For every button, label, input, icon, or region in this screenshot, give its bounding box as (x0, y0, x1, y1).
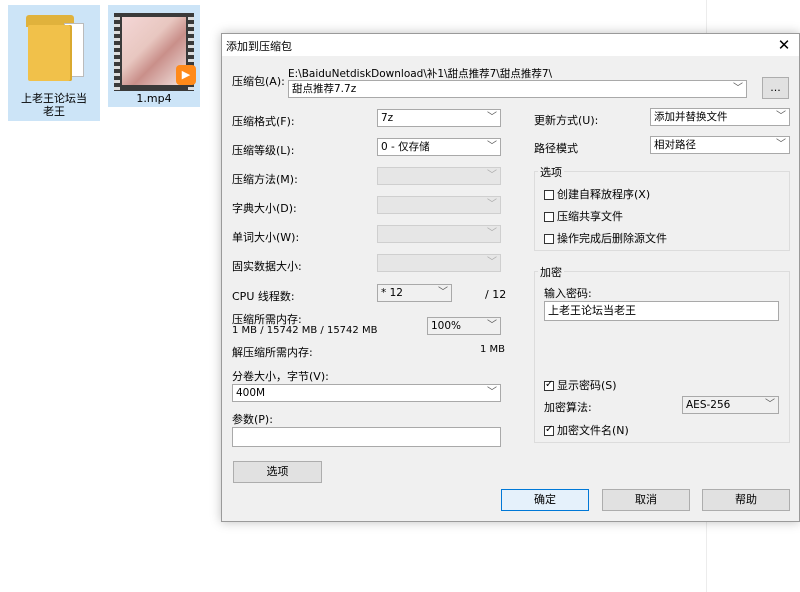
chevron-down-icon: ﹀ (487, 257, 497, 268)
chevron-down-icon: ﹀ (776, 139, 786, 150)
mem-percent-value: 100% (431, 320, 462, 332)
cpu-label: CPU 线程数: (232, 290, 295, 303)
sfx-label: 创建自释放程序(X) (557, 188, 651, 201)
method-select[interactable]: ﹀ (377, 167, 501, 185)
chevron-down-icon: ﹀ (487, 320, 497, 331)
enc-method-select[interactable]: AES-256 ﹀ (682, 396, 779, 414)
shared-checkbox[interactable]: 压缩共享文件 (544, 208, 623, 224)
method-label: 压缩方法(M): (232, 173, 298, 186)
password-input[interactable]: 上老王论坛当老王 (544, 301, 779, 321)
word-select[interactable]: ﹀ (377, 225, 501, 243)
dict-select[interactable]: ﹀ (377, 196, 501, 214)
checkbox-checked-icon (544, 379, 554, 391)
chevron-down-icon: ﹀ (487, 141, 497, 152)
show-password-label: 显示密码(S) (557, 379, 617, 392)
volume-label: 分卷大小，字节(V): (232, 370, 329, 383)
update-value: 添加并替换文件 (654, 111, 728, 123)
chevron-down-icon: ﹀ (487, 170, 497, 181)
pathmode-select[interactable]: 相对路径 ﹀ (650, 136, 790, 154)
format-select[interactable]: 7z ﹀ (377, 109, 501, 127)
checkbox-checked-icon (544, 424, 554, 436)
archive-name-value: 甜点推荐7.7z (292, 83, 357, 95)
cpu-select[interactable]: * 12 ﹀ (377, 284, 452, 302)
desktop-video-item[interactable]: ▶ 1.mp4 (108, 5, 200, 107)
desktop-folder-item[interactable]: 上老王论坛当老王 (8, 5, 100, 121)
cpu-value: * 12 (381, 287, 403, 299)
params-label: 参数(P): (232, 413, 273, 426)
dict-label: 字典大小(D): (232, 202, 297, 215)
encrypt-names-checkbox[interactable]: 加密文件名(N) (544, 422, 629, 438)
chevron-down-icon: ﹀ (487, 387, 497, 398)
dialog-title: 添加到压缩包 (226, 40, 292, 53)
word-label: 单词大小(W): (232, 231, 300, 244)
desktop-video-label: 1.mp4 (136, 92, 172, 105)
level-label: 压缩等级(L): (232, 144, 295, 157)
solid-label: 固实数据大小: (232, 260, 302, 273)
cancel-button[interactable]: 取消 (602, 489, 690, 511)
delete-source-checkbox[interactable]: 操作完成后删除源文件 (544, 230, 667, 246)
chevron-down-icon: ﹀ (733, 83, 743, 94)
archive-name-combo[interactable]: 甜点推荐7.7z ﹀ (288, 80, 747, 98)
mem-detail: 1 MB / 15742 MB / 15742 MB (232, 325, 378, 336)
volume-value: 400M (236, 387, 266, 399)
add-to-archive-dialog: 添加到压缩包 ✕ 压缩包(A): E:\BaiduNetdiskDownload… (221, 33, 800, 522)
browse-button[interactable]: ... (762, 77, 789, 99)
ok-button[interactable]: 确定 (501, 489, 589, 511)
archive-label: 压缩包(A): (232, 75, 285, 88)
pathmode-label: 路径模式 (534, 142, 578, 155)
chevron-down-icon: ﹀ (776, 111, 786, 122)
sfx-checkbox[interactable]: 创建自释放程序(X) (544, 186, 650, 202)
help-button[interactable]: 帮助 (702, 489, 790, 511)
delete-source-label: 操作完成后删除源文件 (557, 232, 667, 245)
chevron-down-icon: ﹀ (487, 112, 497, 123)
chevron-down-icon: ﹀ (438, 287, 448, 298)
checkbox-icon (544, 234, 554, 244)
mem-percent-select[interactable]: 100% ﹀ (427, 317, 501, 335)
dialog-titlebar: 添加到压缩包 ✕ (222, 34, 799, 56)
video-play-icon: ▶ (176, 65, 196, 85)
chevron-down-icon: ﹀ (765, 399, 775, 410)
pathmode-value: 相对路径 (654, 139, 696, 151)
volume-combo[interactable]: 400M ﹀ (232, 384, 501, 402)
checkbox-icon (544, 212, 554, 222)
options-group-title: 选项 (538, 164, 564, 180)
encryption-group-title: 加密 (538, 264, 564, 280)
solid-select[interactable]: ﹀ (377, 254, 501, 272)
enc-method-value: AES-256 (686, 399, 731, 411)
update-label: 更新方式(U): (534, 114, 599, 127)
cpu-total: / 12 (485, 288, 507, 301)
decomp-value: 1 MB (480, 344, 506, 355)
chevron-down-icon: ﹀ (487, 199, 497, 210)
close-icon[interactable]: ✕ (769, 34, 799, 56)
params-input[interactable] (232, 427, 501, 447)
checkbox-icon (544, 190, 554, 200)
format-label: 压缩格式(F): (232, 115, 295, 128)
desktop-folder-label: 上老王论坛当老王 (21, 92, 87, 118)
password-label: 输入密码: (544, 287, 592, 300)
archive-path: E:\BaiduNetdiskDownload\补1\甜点推荐7\甜点推荐7\ (288, 68, 553, 80)
enc-method-label: 加密算法: (544, 401, 592, 414)
level-select[interactable]: 0 - 仅存储 ﹀ (377, 138, 501, 156)
show-password-checkbox[interactable]: 显示密码(S) (544, 377, 617, 393)
decomp-label: 解压缩所需内存: (232, 346, 313, 359)
level-value: 0 - 仅存储 (381, 141, 430, 153)
encrypt-names-label: 加密文件名(N) (557, 424, 629, 437)
update-select[interactable]: 添加并替换文件 ﹀ (650, 108, 790, 126)
format-value: 7z (381, 112, 394, 124)
chevron-down-icon: ﹀ (487, 228, 497, 239)
options-button[interactable]: 选项 (233, 461, 322, 483)
shared-label: 压缩共享文件 (557, 210, 623, 223)
